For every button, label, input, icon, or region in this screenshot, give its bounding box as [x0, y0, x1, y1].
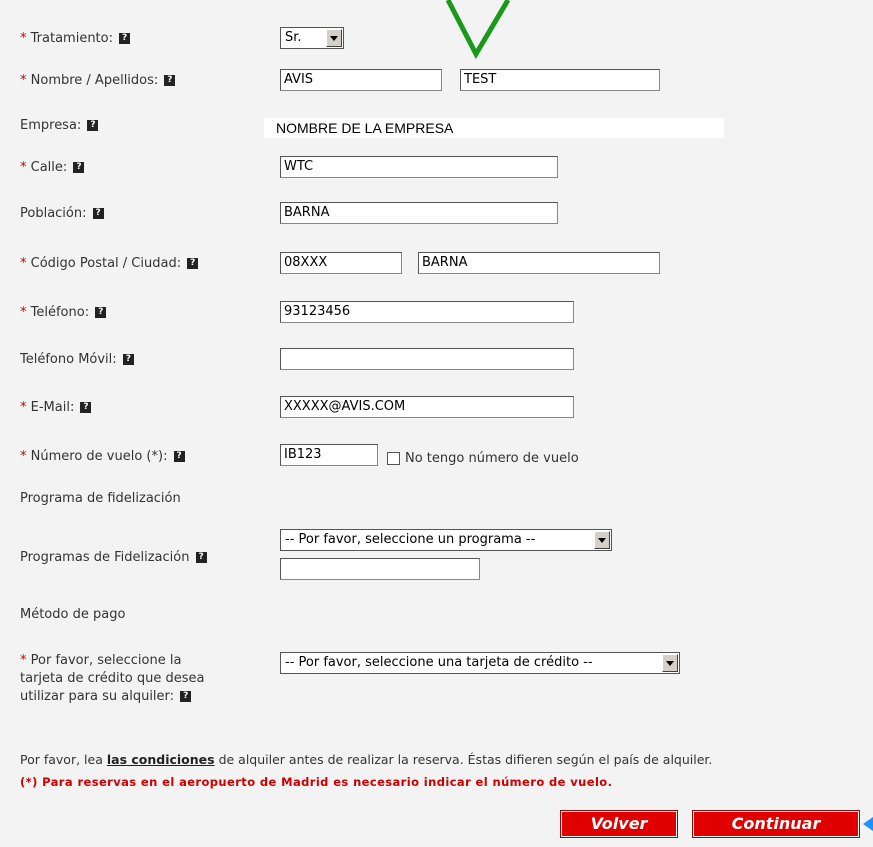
help-icon[interactable]: ? — [119, 33, 131, 44]
conditions-text: Por favor, lea las condiciones de alquil… — [20, 752, 713, 767]
telefono-label: * Teléfono: ? — [20, 305, 107, 321]
help-icon[interactable]: ? — [164, 75, 176, 86]
help-icon[interactable]: ? — [122, 354, 134, 365]
chevron-down-icon[interactable] — [662, 654, 678, 672]
chevron-down-icon[interactable] — [594, 531, 610, 549]
first-name-input[interactable]: AVIS — [280, 69, 442, 91]
tratamiento-select[interactable]: Sr. — [280, 27, 344, 49]
postal-code-input[interactable]: 08XXX — [280, 252, 402, 274]
help-icon[interactable]: ? — [95, 307, 107, 318]
help-icon[interactable]: ? — [173, 451, 185, 462]
poblacion-label: Población: ? — [20, 206, 104, 222]
last-name-input[interactable]: TEST — [460, 69, 660, 91]
calle-label: * Calle: ? — [20, 160, 85, 176]
empresa-label: Empresa: ? — [20, 118, 99, 134]
poblacion-input[interactable]: BARNA — [280, 202, 558, 224]
help-icon[interactable]: ? — [180, 691, 192, 702]
conditions-link[interactable]: las condiciones — [107, 752, 215, 767]
help-icon[interactable]: ? — [92, 208, 104, 219]
telefono-input[interactable]: 93123456 — [280, 301, 574, 323]
programas-label: Programas de Fidelización ? — [20, 550, 207, 566]
programa-number-input[interactable] — [280, 558, 480, 580]
tratamiento-label: * Tratamiento: ? — [20, 31, 131, 47]
fidelizacion-heading: Programa de fidelización — [20, 491, 181, 506]
no-flight-label: No tengo número de vuelo — [405, 451, 579, 466]
movil-label: Teléfono Móvil: ? — [20, 352, 134, 368]
flight-number-input[interactable]: IB123 — [280, 444, 378, 466]
email-input[interactable]: XXXXX@AVIS.COM — [280, 396, 574, 418]
city-input[interactable]: BARNA — [418, 252, 660, 274]
programa-select[interactable]: -- Por favor, seleccione un programa -- — [280, 529, 612, 551]
movil-input[interactable] — [280, 348, 574, 370]
pago-heading: Método de pago — [20, 607, 126, 622]
help-icon[interactable]: ? — [87, 120, 99, 131]
help-icon[interactable]: ? — [80, 402, 92, 413]
vuelo-label: * Número de vuelo (*): ? — [20, 449, 185, 465]
arrow-annotation-icon — [863, 817, 873, 831]
chevron-down-icon[interactable] — [326, 29, 342, 47]
nombre-label: * Nombre / Apellidos: ? — [20, 73, 176, 89]
codigo-label: * Código Postal / Ciudad: ? — [20, 256, 199, 272]
help-icon[interactable]: ? — [73, 162, 85, 173]
madrid-note: (*) Para reservas en el aeropuerto de Ma… — [20, 775, 613, 789]
email-label: * E-Mail: ? — [20, 400, 92, 416]
no-flight-checkbox[interactable] — [387, 452, 400, 465]
empresa-value: NOMBRE DE LA EMPRESA — [264, 118, 724, 138]
check-mark-annotation — [445, 0, 511, 60]
calle-input[interactable]: WTC — [280, 156, 558, 178]
help-icon[interactable]: ? — [187, 258, 199, 269]
back-button[interactable]: Volver — [560, 810, 678, 838]
help-icon[interactable]: ? — [195, 552, 207, 563]
continue-button[interactable]: Continuar — [692, 810, 860, 838]
tarjeta-select[interactable]: -- Por favor, seleccione una tarjeta de … — [280, 652, 680, 674]
tarjeta-label: * Por favor, seleccione la tarjeta de cr… — [20, 653, 205, 704]
